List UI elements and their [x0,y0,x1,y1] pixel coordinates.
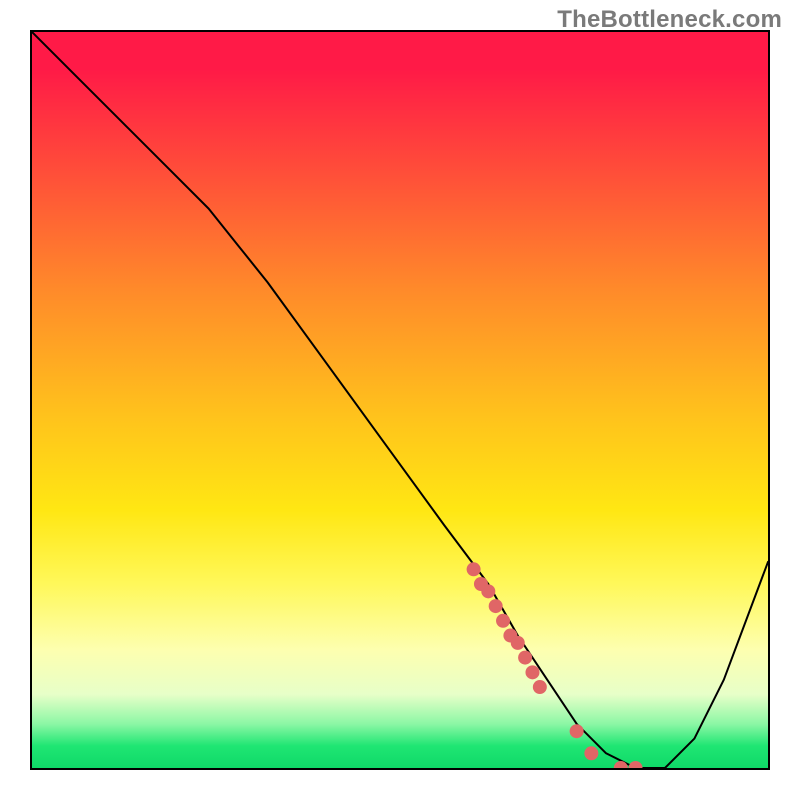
highlight-dot [518,651,532,665]
highlight-dots-group [467,562,643,768]
highlight-dot [496,614,510,628]
highlight-dot [489,599,503,613]
highlight-dot [481,584,495,598]
plot-frame [30,30,770,770]
highlight-dot [629,761,643,768]
highlight-dot [584,746,598,760]
highlight-dot [511,636,525,650]
highlight-dot [467,562,481,576]
highlight-dot [570,724,584,738]
watermark-text: TheBottleneck.com [557,6,782,34]
highlight-dot [525,665,539,679]
curve-line [32,32,768,768]
highlight-dot [533,680,547,694]
chart-container: TheBottleneck.com [0,0,800,800]
plot-overlay [32,32,768,768]
